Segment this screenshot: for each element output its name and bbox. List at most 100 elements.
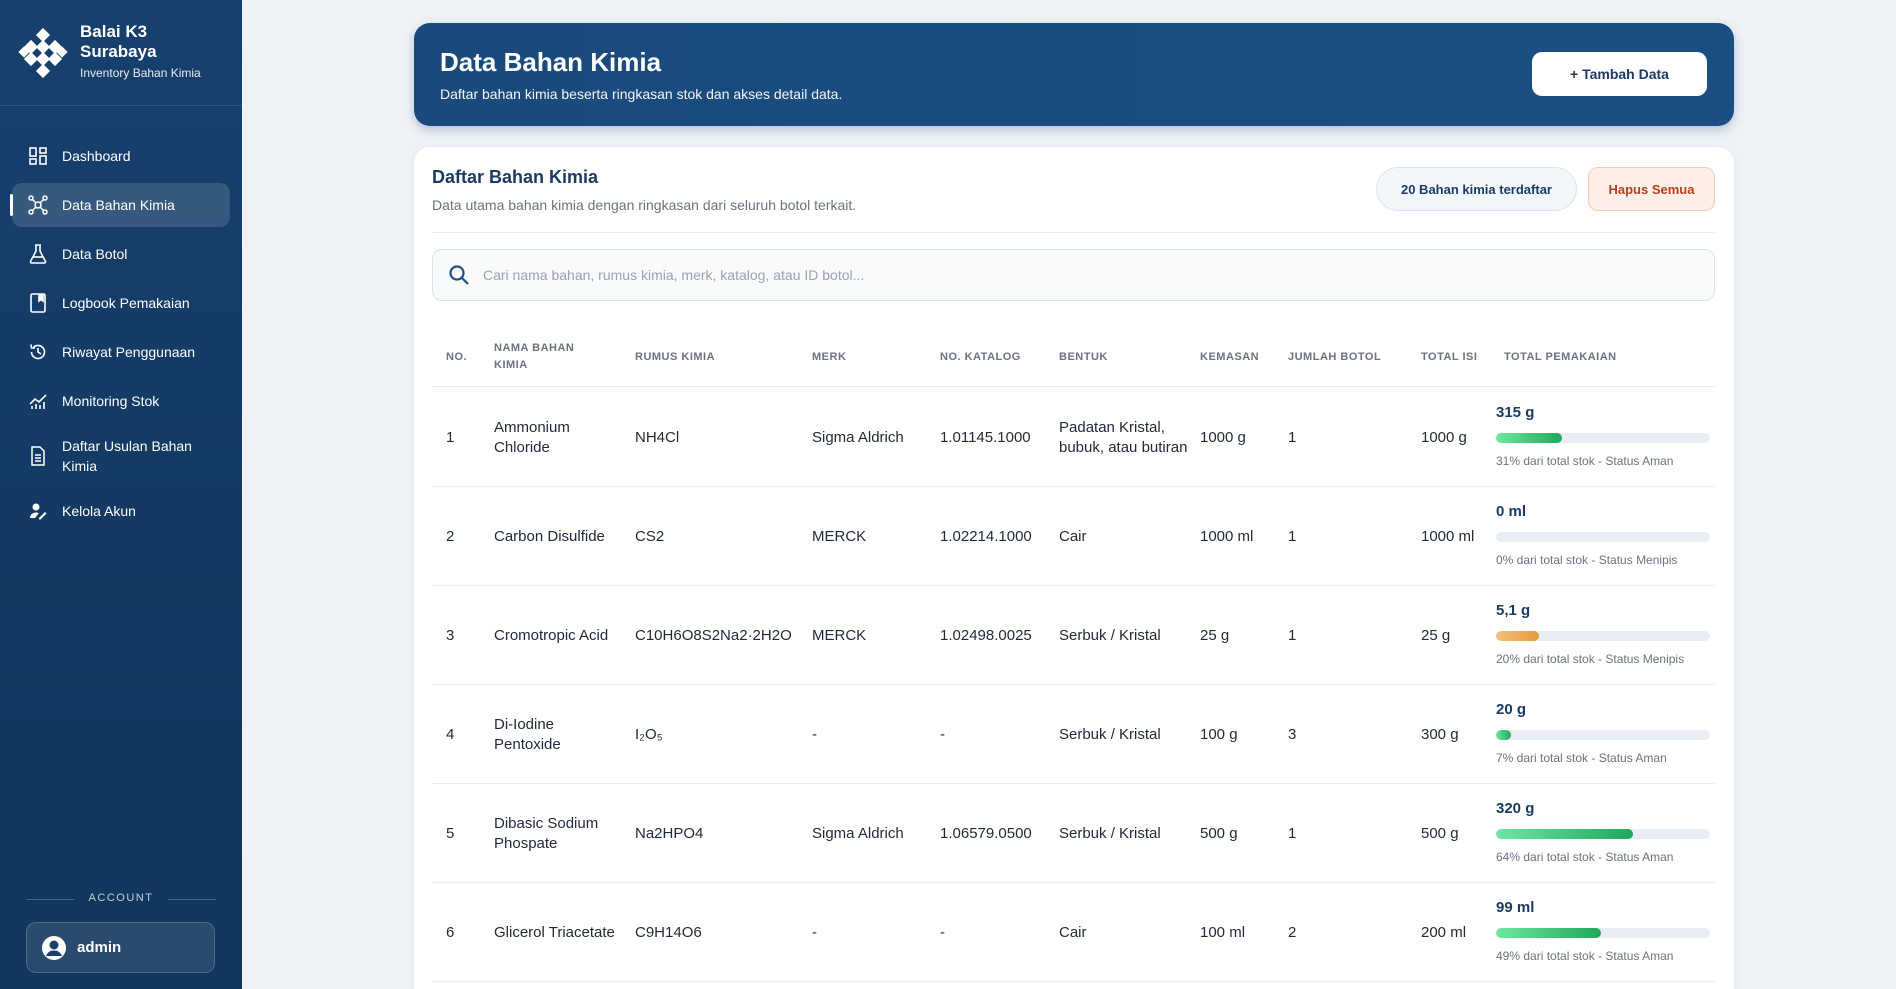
header-kemasan: KEMASAN xyxy=(1200,350,1260,363)
cell-merk: Sigma Aldrich xyxy=(812,824,904,842)
cell-no: 1 xyxy=(446,428,455,446)
cell-bentuk: Cair xyxy=(1059,527,1087,545)
usage-value: 99 ml xyxy=(1496,899,1535,916)
sidebar-item-label: Daftar Usulan Bahan Kimia xyxy=(62,438,192,474)
search-input[interactable] xyxy=(483,267,1683,283)
user-avatar-icon xyxy=(42,935,66,960)
cell-bentuk: Padatan Kristal, bubuk, atau butiran xyxy=(1059,418,1188,456)
cell-rumus: Na2HPO4 xyxy=(635,824,704,842)
count-badge: 20 Bahan kimia terdaftar xyxy=(1376,167,1577,211)
brand-title-2: Surabaya xyxy=(80,42,157,61)
brand-subtitle: Inventory Bahan Kimia xyxy=(80,66,201,80)
usage-progress-bar xyxy=(1496,928,1710,938)
cell-katalog: 1.01145.1000 xyxy=(940,428,1031,446)
cell-rumus: CS2 xyxy=(635,527,665,545)
table-row[interactable]: 5 Dibasic Sodium Phospate Na2HPO4 Sigma Ald… xyxy=(432,784,1715,883)
sidebar-item-riwayat-penggunaan[interactable]: Riwayat Penggunaan xyxy=(12,330,230,374)
document-icon xyxy=(28,446,48,466)
cell-nama: Carbon Disulfide xyxy=(494,527,605,545)
cell-rumus: C10H6O8S2Na2·2H2O xyxy=(635,626,792,644)
table-row[interactable]: 4 Di-Iodine Pentoxide I₂O₅ - - Serbuk / Krist… xyxy=(432,685,1715,784)
cell-kemasan: 500 g xyxy=(1200,824,1238,842)
usage-progress-fill xyxy=(1496,433,1563,443)
flask-icon xyxy=(28,244,48,264)
sidebar-item-label: Logbook Pemakaian xyxy=(62,295,190,311)
cell-total-isi: 1000 g xyxy=(1421,428,1467,446)
dashboard-icon xyxy=(28,146,48,166)
cell-jumlah: 1 xyxy=(1288,626,1297,644)
header-pemakaian: TOTAL PEMAKAIAN xyxy=(1504,350,1617,363)
cell-nama: Ammonium Chloride xyxy=(494,418,570,456)
sidebar-item-data-botol[interactable]: Data Botol xyxy=(12,232,230,276)
header-merk: MERK xyxy=(812,350,847,363)
cell-no: 4 xyxy=(446,725,455,743)
usage-progress-fill xyxy=(1496,928,1601,938)
cell-merk: - xyxy=(812,923,817,941)
page-subtitle: Daftar bahan kimia beserta ringkasan sto… xyxy=(440,86,843,102)
cell-total-isi: 25 g xyxy=(1421,626,1451,644)
usage-progress-fill xyxy=(1496,829,1633,839)
search-icon xyxy=(449,265,469,285)
table-row[interactable]: 1 Ammonium Chloride NH4Cl Sigma Aldrich 1.01… xyxy=(432,388,1715,487)
chart-icon xyxy=(28,391,48,411)
cell-katalog: 1.02214.1000 xyxy=(940,527,1032,545)
brand[interactable]: Balai K3 Surabaya Inventory Bahan Kimia xyxy=(0,0,242,106)
cell-nama: Cromotropic Acid xyxy=(494,626,609,644)
table-row[interactable]: 2 Carbon Disulfide CS2 MERCK 1.02214.1000 Cai… xyxy=(432,487,1715,586)
usage-progress-bar xyxy=(1496,532,1710,542)
cell-jumlah: 3 xyxy=(1288,725,1297,743)
usage-cell: 5,1 g 20% dari total stok - Status Menipi… xyxy=(1496,586,1711,685)
sidebar-item-dashboard[interactable]: Dashboard xyxy=(12,134,230,178)
sidebar-item-data-bahan-kimia[interactable]: Data Bahan Kimia xyxy=(10,183,230,227)
cell-total-isi: 500 g xyxy=(1421,824,1459,842)
cell-katalog: 1.02498.0025 xyxy=(940,626,1032,644)
header-bentuk: BENTUK xyxy=(1059,350,1108,363)
cell-total-isi: 1000 ml xyxy=(1421,527,1475,545)
header-rumus: RUMUS KIMIA xyxy=(635,350,716,363)
usage-progress-bar xyxy=(1496,829,1710,839)
cell-bentuk: Serbuk / Kristal xyxy=(1059,626,1161,644)
card-title: Daftar Bahan Kimia xyxy=(432,167,599,187)
sidebar-item-daftar-usulan[interactable]: Daftar Usulan Bahan Kimia xyxy=(12,428,230,484)
usage-value: 20 g xyxy=(1496,701,1527,718)
table-row[interactable]: 3 Cromotropic Acid C10H6O8S2Na2·2H2O MERCK 1… xyxy=(432,586,1715,685)
cell-bentuk: Serbuk / Kristal xyxy=(1059,725,1161,743)
cell-merk: MERCK xyxy=(812,626,867,644)
cell-rumus: C9H14O6 xyxy=(635,923,702,941)
add-data-button[interactable]: + Tambah Data xyxy=(1532,52,1707,96)
cell-bentuk: Cair xyxy=(1059,923,1087,941)
sidebar-item-logbook-pemakaian[interactable]: Logbook Pemakaian xyxy=(12,281,230,325)
sidebar-item-label: Kelola Akun xyxy=(62,503,136,519)
usage-note: 0% dari total stok - Status Menipis xyxy=(1496,553,1678,567)
usage-cell: 320 g 64% dari total stok - Status Aman xyxy=(1496,784,1711,883)
search-bar[interactable] xyxy=(432,249,1715,301)
page-header: Data Bahan Kimia Daftar bahan kimia bese… xyxy=(414,23,1734,126)
logo-icon xyxy=(18,28,68,78)
sidebar-item-label: Dashboard xyxy=(62,148,131,164)
table-row[interactable]: 6 Glicerol Triacetate C9H14O6 - - Cair 100 ml 2… xyxy=(432,883,1715,982)
sidebar-item-monitoring-stok[interactable]: Monitoring Stok xyxy=(12,379,230,423)
cell-kemasan: 100 g xyxy=(1200,725,1238,743)
account-button[interactable]: admin xyxy=(26,922,215,973)
usage-value: 0 ml xyxy=(1496,503,1527,520)
usage-note: 31% dari total stok - Status Aman xyxy=(1496,454,1674,468)
usage-progress-bar xyxy=(1496,631,1710,641)
cell-kemasan: 100 ml xyxy=(1200,923,1246,941)
header-katalog: NO. KATALOG xyxy=(940,350,1021,363)
usage-note: 64% dari total stok - Status Aman xyxy=(1496,850,1674,864)
history-icon xyxy=(28,342,48,362)
cell-kemasan: 1000 ml xyxy=(1200,527,1254,545)
cell-nama: Glicerol Triacetate xyxy=(494,923,615,941)
usage-value: 315 g xyxy=(1496,404,1535,421)
cell-merk: - xyxy=(812,725,817,743)
cell-bentuk: Serbuk / Kristal xyxy=(1059,824,1161,842)
molecule-icon xyxy=(28,195,48,215)
cell-katalog: - xyxy=(940,923,945,941)
account-section-label: ACCOUNT xyxy=(26,892,216,904)
delete-all-button[interactable]: Hapus Semua xyxy=(1588,167,1715,211)
header-no: NO. xyxy=(446,350,468,363)
user-edit-icon xyxy=(28,501,48,521)
cell-no: 3 xyxy=(446,626,455,644)
sidebar-item-kelola-akun[interactable]: Kelola Akun xyxy=(12,489,230,533)
cell-total-isi: 200 ml xyxy=(1421,923,1467,941)
